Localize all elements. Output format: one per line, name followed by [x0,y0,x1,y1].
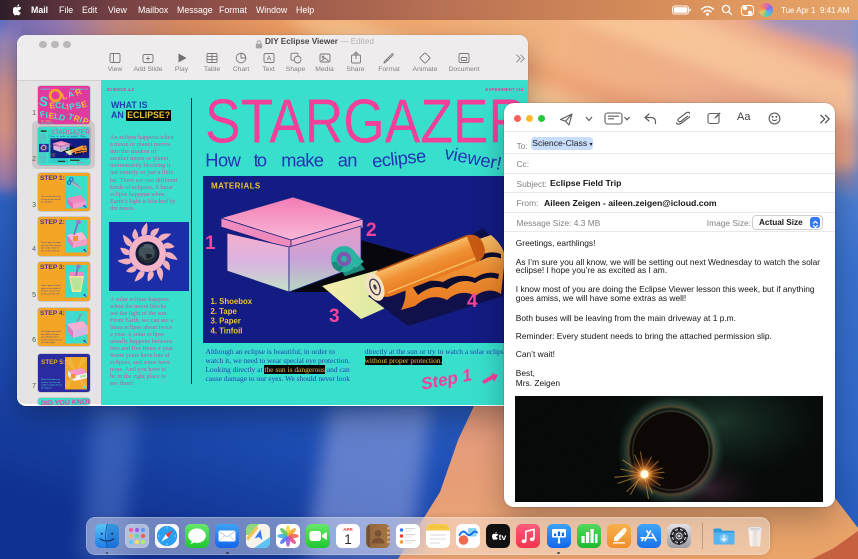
svg-text:A: A [266,56,271,63]
svg-text:2. Tape: 2. Tape [210,307,237,316]
svg-text:the white paper.: the white paper. [41,341,56,344]
svg-text:pen, poke a hole in: pen, poke a hole in [41,248,59,250]
svg-text:Tape a piece of white: Tape a piece of white [41,284,61,287]
svg-text:MATERIALS: MATERIALS [211,182,261,191]
svg-text:an: an [337,149,357,170]
svg-text:to: to [253,149,267,170]
svg-text:4: 4 [467,291,478,312]
svg-text:viewer!: viewer! [442,142,503,174]
svg-text:1: 1 [205,233,216,254]
svg-text:Place the lid back on: Place the lid back on [41,378,61,381]
svg-text:E: E [79,98,88,109]
svg-text:D: D [58,111,66,122]
svg-text:DID YOU KNOW...: DID YOU KNOW... [40,399,89,406]
svg-text:1. Shoebox: 1. Shoebox [210,297,252,306]
svg-text:to: to [56,135,58,138]
svg-text:4. Tinfoil: 4. Tinfoil [210,326,242,335]
svg-text:3: 3 [65,154,67,156]
svg-text:you will look into to: you will look into to [41,335,59,338]
svg-text:the top on one end of: the top on one end of [41,197,61,200]
svg-text:Tape a piece of tinfoil: Tape a piece of tinfoil [41,241,61,244]
svg-text:make sure you can see: make sure you can see [41,338,63,341]
svg-text:over the hole. Using a: over the hole. Using a [41,244,62,247]
svg-text:Class Science: Class Science [41,122,54,124]
svg-text:the box. You are now: the box. You are now [41,380,61,383]
svg-text:eclipse: eclipse [370,145,426,172]
svg-text:2: 2 [366,220,377,241]
svg-text:MATERIALS: MATERIALS [51,138,57,140]
svg-text:box, Will is the hole: box, Will is the hole [41,333,60,336]
svg-text:3. Paper: 3. Paper [210,317,240,326]
svg-text:the eclipse!: the eclipse! [41,386,52,389]
svg-text:make: make [281,149,324,170]
svg-text:ready to safely observe: ready to safely observe [41,383,63,386]
svg-text:tv: tv [499,532,507,542]
svg-text:3: 3 [329,306,340,327]
svg-text:How: How [205,149,241,170]
svg-text:STEP 5:: STEP 5: [41,359,65,366]
svg-text:1: 1 [344,532,352,547]
svg-text:2: 2 [70,144,72,146]
svg-text:the foil-covered hole.: the foil-covered hole. [41,293,61,296]
svg-text:the box, across from: the box, across from [41,290,60,293]
svg-text:paper to the inside of: paper to the inside of [41,287,61,290]
svg-text:1: 1 [50,146,52,148]
svg-text:the shoebox.: the shoebox. [41,200,53,203]
svg-text:On another day of the: On another day of the [41,330,62,333]
svg-text:the center of the foil.: the center of the foil. [41,249,60,252]
svg-text:S: S [38,93,49,109]
svg-text:Cut a small hole near: Cut a small hole near [41,195,61,198]
